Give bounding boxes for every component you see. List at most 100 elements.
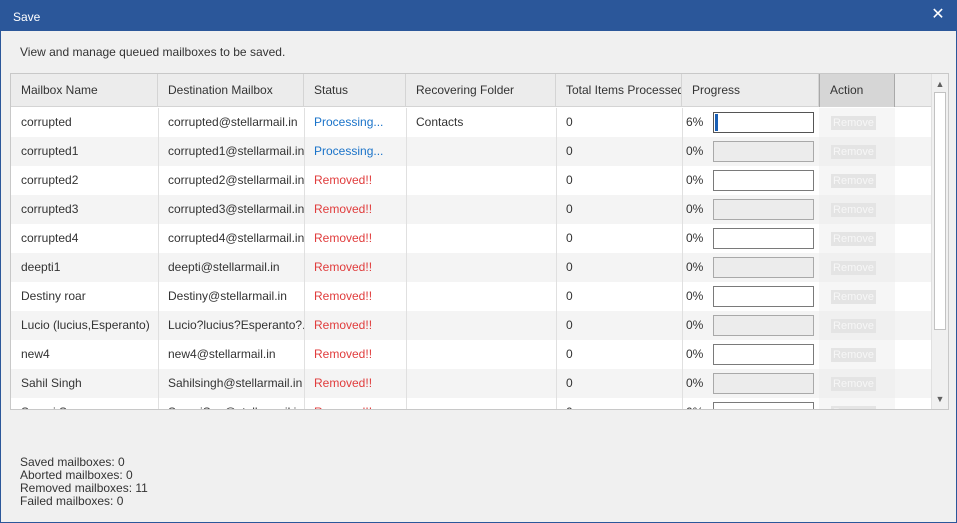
- table-row[interactable]: corrupted3 corrupted3@stellarmail.in Remov…: [11, 195, 932, 224]
- column-divider: [682, 166, 683, 195]
- table-row[interactable]: Lucio (lucius,Esperanto) Lucio?lucius?Esp…: [11, 311, 932, 340]
- destination-mailbox-cell: corrupted2@stellarmail.in: [168, 173, 304, 187]
- status-cell: Removed!!: [314, 260, 373, 274]
- remove-button[interactable]: Remove: [831, 116, 876, 130]
- progress-bar: [713, 112, 814, 133]
- progress-bar: [713, 373, 814, 394]
- scroll-down-icon[interactable]: ▼: [932, 391, 948, 407]
- destination-mailbox-cell: corrupted1@stellarmail.in: [168, 144, 304, 158]
- mailbox-name-cell: corrupted2: [21, 173, 79, 187]
- destination-mailbox-cell: SoorajSen@stellarmail.in: [158, 398, 304, 409]
- mailbox-name-cell: corrupted4: [21, 231, 79, 245]
- items-processed-cell: 0: [566, 347, 573, 361]
- recovering-folder-cell: [406, 340, 556, 369]
- items-processed-cell: 0: [566, 173, 573, 187]
- mailbox-name-cell: Lucio (lucius,Esperanto): [21, 318, 150, 332]
- failed-count: Failed mailboxes: 0: [20, 494, 124, 508]
- progress-percent: 0%: [686, 231, 704, 245]
- mailbox-name-cell: corrupted3: [21, 202, 79, 216]
- column-divider: [682, 369, 683, 398]
- destination-mailbox-cell: Sahilsingh@stellarmail.in: [168, 376, 303, 390]
- items-processed-cell: 0: [566, 289, 573, 303]
- grid-header: Mailbox Name Destination Mailbox Status …: [11, 74, 932, 107]
- close-button[interactable]: ✕: [926, 4, 950, 26]
- description-text: View and manage queued mailboxes to be s…: [20, 45, 286, 59]
- destination-mailbox-cell: corrupted@stellarmail.in: [168, 115, 298, 129]
- recovering-folder-cell: [406, 137, 556, 166]
- window-title: Save: [13, 10, 41, 24]
- mailbox-name-cell: corrupted: [21, 115, 72, 129]
- header-progress[interactable]: Progress: [682, 74, 819, 107]
- items-processed-cell: 0: [566, 202, 573, 216]
- table-row[interactable]: corrupted1 corrupted1@stellarmail.in Proce…: [11, 137, 932, 166]
- progress-bar: [713, 141, 814, 162]
- table-row[interactable]: Destiny roar Destiny@stellarmail.in Remove…: [11, 282, 932, 311]
- table-row[interactable]: deepti1 deepti@stellarmail.in Removed!! 0 0%…: [11, 253, 932, 282]
- destination-mailbox-cell: corrupted3@stellarmail.in: [168, 202, 304, 216]
- table-row[interactable]: new4 new4@stellarmail.in Removed!! 0 0% Remov…: [11, 340, 932, 369]
- remove-button[interactable]: Remove: [831, 232, 876, 246]
- column-divider: [682, 108, 683, 137]
- header-action[interactable]: Action: [819, 74, 895, 107]
- header-destination-mailbox[interactable]: Destination Mailbox: [158, 74, 304, 107]
- grid-body: corrupted corrupted@stellarmail.in Process…: [11, 108, 932, 409]
- status-cell: Removed!!: [314, 347, 373, 361]
- table-row[interactable]: Sahil Singh Sahilsingh@stellarmail.in Remo…: [11, 369, 932, 398]
- table-row[interactable]: corrupted2 corrupted2@stellarmail.in Remov…: [11, 166, 932, 195]
- destination-mailbox-cell: new4@stellarmail.in: [168, 347, 276, 361]
- scroll-thumb[interactable]: [934, 92, 946, 330]
- table-row[interactable]: corrupted corrupted@stellarmail.in Process…: [11, 108, 932, 137]
- remove-button[interactable]: Remove: [831, 203, 876, 217]
- progress-percent: 0%: [686, 260, 704, 274]
- column-divider: [682, 195, 683, 224]
- remove-button[interactable]: Remove: [831, 145, 876, 159]
- remove-button[interactable]: Remove: [831, 406, 876, 409]
- progress-fill: [715, 114, 718, 131]
- remove-button[interactable]: Remove: [831, 319, 876, 333]
- column-divider: [682, 340, 683, 369]
- status-cell: Removed!!: [304, 398, 406, 409]
- progress-bar: [713, 228, 814, 249]
- progress-bar: [713, 199, 814, 220]
- progress-percent: 6%: [686, 115, 704, 129]
- column-divider: [682, 137, 683, 166]
- progress-percent: 0%: [686, 202, 704, 216]
- mailbox-grid: Mailbox Name Destination Mailbox Status …: [10, 73, 949, 410]
- progress-percent: 0%: [686, 289, 704, 303]
- remove-button[interactable]: Remove: [831, 290, 876, 304]
- progress-percent: 0%: [686, 376, 704, 390]
- title-bar[interactable]: Save ✕: [1, 1, 956, 31]
- vertical-scrollbar[interactable]: ▲ ▼: [931, 74, 948, 409]
- remove-button[interactable]: Remove: [831, 377, 876, 391]
- recovering-folder-cell: [406, 166, 556, 195]
- header-recovering-folder[interactable]: Recovering Folder: [406, 74, 556, 107]
- progress-percent: 0%: [684, 398, 712, 409]
- items-processed-cell: 0: [566, 318, 573, 332]
- progress-percent: 0%: [686, 318, 704, 332]
- status-cell: Processing...: [314, 115, 384, 129]
- items-processed-cell: 0: [566, 115, 573, 129]
- mailbox-name-cell: new4: [21, 347, 50, 361]
- mailbox-name-cell: corrupted1: [21, 144, 79, 158]
- mailbox-name-cell: Destiny roar: [21, 289, 86, 303]
- remove-button[interactable]: Remove: [831, 261, 876, 275]
- recovering-folder-cell: [406, 282, 556, 311]
- column-divider: [682, 224, 683, 253]
- items-processed-cell: 0: [566, 231, 573, 245]
- save-dialog: Save ✕ View and manage queued mailboxes …: [0, 0, 957, 523]
- remove-button[interactable]: Remove: [831, 348, 876, 362]
- table-row[interactable]: corrupted4 corrupted4@stellarmail.in Remov…: [11, 224, 932, 253]
- progress-bar: [713, 257, 814, 278]
- header-total-items[interactable]: Total Items Processed: [556, 74, 682, 107]
- progress-bar: [713, 402, 814, 409]
- column-divider: [682, 311, 683, 340]
- recovering-folder-cell: Contacts: [416, 115, 464, 129]
- table-row[interactable]: Sooraj SenSoorajSen@stellarmail.inRemove…: [11, 398, 932, 409]
- progress-bar: [713, 315, 814, 336]
- header-status[interactable]: Status: [304, 74, 406, 107]
- status-cell: Removed!!: [314, 231, 373, 245]
- remove-button[interactable]: Remove: [831, 174, 876, 188]
- scroll-up-icon[interactable]: ▲: [932, 76, 948, 92]
- header-mailbox-name[interactable]: Mailbox Name: [11, 74, 158, 107]
- recovering-folder-cell: [406, 369, 556, 398]
